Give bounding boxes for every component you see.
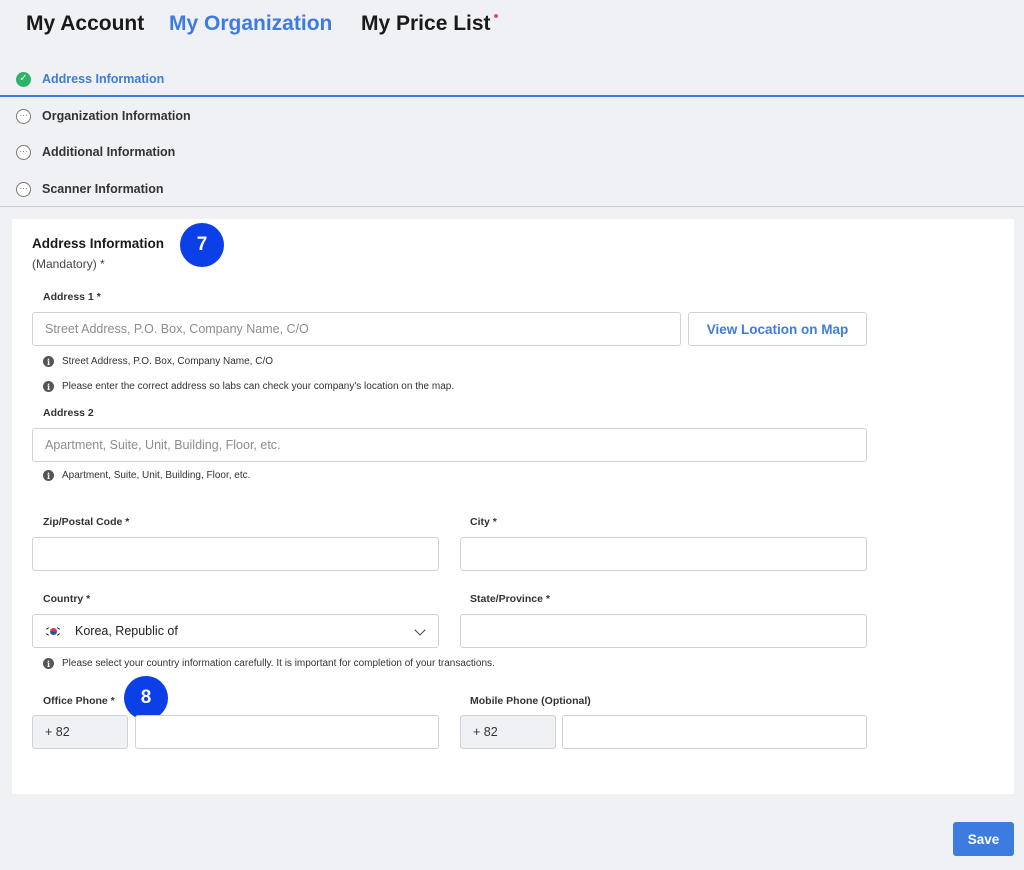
ellipsis-icon: ··· [16, 181, 31, 197]
country-hint: i Please select your country information… [43, 658, 495, 669]
office-phone-country-code: + 82 [32, 715, 128, 749]
city-input[interactable] [460, 537, 867, 571]
active-step-underline [0, 95, 1024, 97]
step-label: Scanner Information [42, 182, 164, 196]
hint-text: Please select your country information c… [62, 658, 495, 669]
step-number-badge: 7 [180, 223, 224, 267]
mobile-phone-label: Mobile Phone (Optional) [470, 695, 591, 707]
section-title: Address Information [32, 236, 165, 251]
step-organization-information[interactable]: ··· Organization Information [16, 106, 191, 126]
city-label: City * [470, 516, 497, 528]
mobile-phone-country-code: + 82 [460, 715, 556, 749]
check-icon: ✓ [16, 71, 31, 87]
tab-my-account[interactable]: My Account [26, 12, 144, 36]
steps-divider [0, 206, 1024, 207]
hint-text: Street Address, P.O. Box, Company Name, … [62, 356, 274, 367]
zip-input[interactable] [32, 537, 439, 571]
address2-input[interactable] [32, 428, 867, 462]
step-label: Organization Information [42, 109, 191, 123]
info-icon: i [43, 658, 54, 669]
step-address-information[interactable]: ✓ Address Information [16, 69, 164, 89]
hint-text: Please enter the correct address so labs… [62, 381, 455, 392]
tab-my-price-list[interactable]: My Price List [361, 12, 491, 36]
office-phone-input[interactable] [135, 715, 439, 749]
info-icon: i [43, 381, 54, 392]
address1-input[interactable] [32, 312, 681, 346]
address2-label: Address 2 [43, 407, 94, 419]
step-label: Address Information [42, 72, 165, 86]
address1-label: Address 1 * [43, 291, 101, 303]
state-label: State/Province * [470, 593, 550, 605]
ellipsis-icon: ··· [16, 108, 31, 124]
info-icon: i [43, 356, 54, 367]
state-input[interactable] [460, 614, 867, 648]
step-scanner-information[interactable]: ··· Scanner Information [16, 179, 164, 199]
view-location-on-map-button[interactable]: View Location on Map [688, 312, 867, 346]
step-label: Additional Information [42, 145, 176, 159]
address1-map-hint: i Please enter the correct address so la… [43, 381, 454, 392]
chevron-down-icon [414, 624, 426, 636]
section-subtitle: (Mandatory) * [32, 257, 105, 271]
tab-my-organization[interactable]: My Organization [169, 12, 332, 36]
step-number-badge: 8 [124, 676, 168, 720]
save-button[interactable]: Save [953, 822, 1014, 856]
country-selected-value: Korea, Republic of [75, 624, 178, 638]
address2-hint: i Apartment, Suite, Unit, Building, Floo… [43, 470, 250, 481]
notification-dot [494, 14, 498, 18]
step-additional-information[interactable]: ··· Additional Information [16, 142, 175, 162]
info-icon: i [43, 470, 54, 481]
ellipsis-icon: ··· [16, 144, 31, 160]
office-phone-label: Office Phone * [43, 695, 115, 707]
south-korea-flag-icon [45, 625, 61, 637]
country-label: Country * [43, 593, 91, 605]
mobile-phone-input[interactable] [562, 715, 867, 749]
hint-text: Apartment, Suite, Unit, Building, Floor,… [62, 470, 251, 481]
address1-hint: i Street Address, P.O. Box, Company Name… [43, 356, 273, 367]
country-select[interactable]: Korea, Republic of [32, 614, 439, 648]
zip-label: Zip/Postal Code * [43, 516, 130, 528]
